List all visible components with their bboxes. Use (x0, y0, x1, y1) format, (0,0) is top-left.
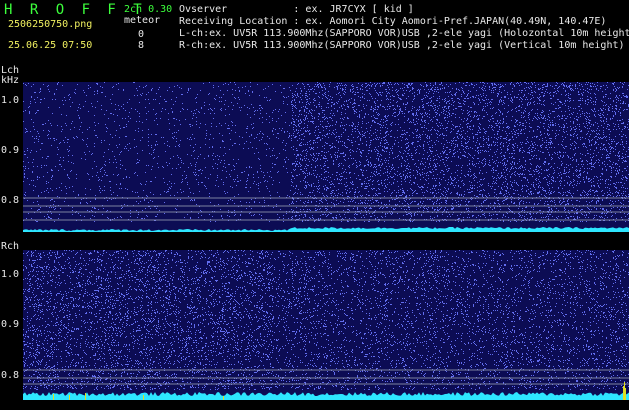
lch-spectrogram (23, 82, 629, 232)
capture-datetime: 25.06.25 07:50 (8, 40, 93, 51)
lch-y-tick: 1.0 (1, 95, 20, 106)
rch-channel-label: Rch (1, 241, 20, 252)
lch-receiver-info: L-ch:ex. UV5R 113.900Mhz(SAPPORO VOR)USB… (179, 28, 629, 39)
meteor-count-label: meteor (124, 15, 161, 26)
meteor-marker (143, 395, 144, 400)
version-label: 2ch 0.30 (124, 4, 173, 15)
meteor-marker (85, 393, 86, 400)
meteor-marker (223, 396, 224, 400)
rch-spectrogram (23, 250, 629, 400)
rch-y-tick: 0.8 (1, 370, 20, 381)
lch-unit-label: kHz (1, 75, 20, 86)
rch-y-tick: 0.9 (1, 319, 20, 330)
rch-meteor-count: 8 (138, 40, 145, 51)
meteor-marker (625, 388, 626, 400)
meteor-marker (53, 394, 54, 400)
lch-y-tick: 0.9 (1, 145, 20, 156)
receiving-location-info: Receiving Location : ex. Aomori City Aom… (179, 16, 607, 27)
meteor-marker (69, 395, 70, 400)
meteor-marker (623, 386, 624, 400)
image-filename: 2506250750.png (8, 19, 93, 30)
rch-receiver-info: R-ch:ex. UV5R 113.900Mhz(SAPPORO VOR)USB… (179, 40, 625, 51)
meteor-marker (624, 382, 625, 400)
rch-y-tick: 1.0 (1, 269, 20, 280)
lch-y-tick: 0.8 (1, 195, 20, 206)
lch-meteor-count: 0 (138, 29, 145, 40)
observer-info: Ovserver : ex. JR7CYX [ kid ] (179, 4, 414, 15)
